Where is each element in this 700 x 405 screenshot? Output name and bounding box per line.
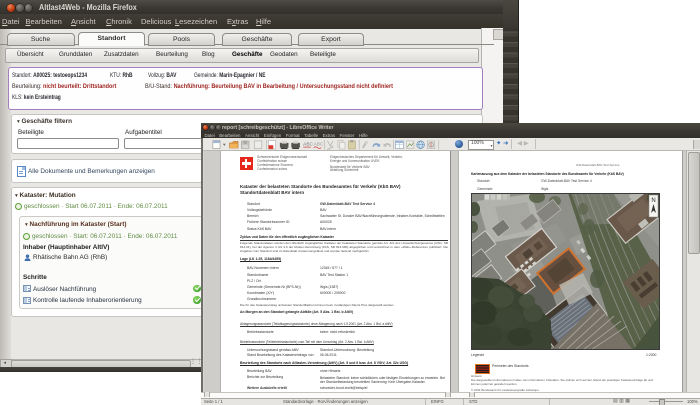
svg-text:N: N [651, 198, 655, 204]
